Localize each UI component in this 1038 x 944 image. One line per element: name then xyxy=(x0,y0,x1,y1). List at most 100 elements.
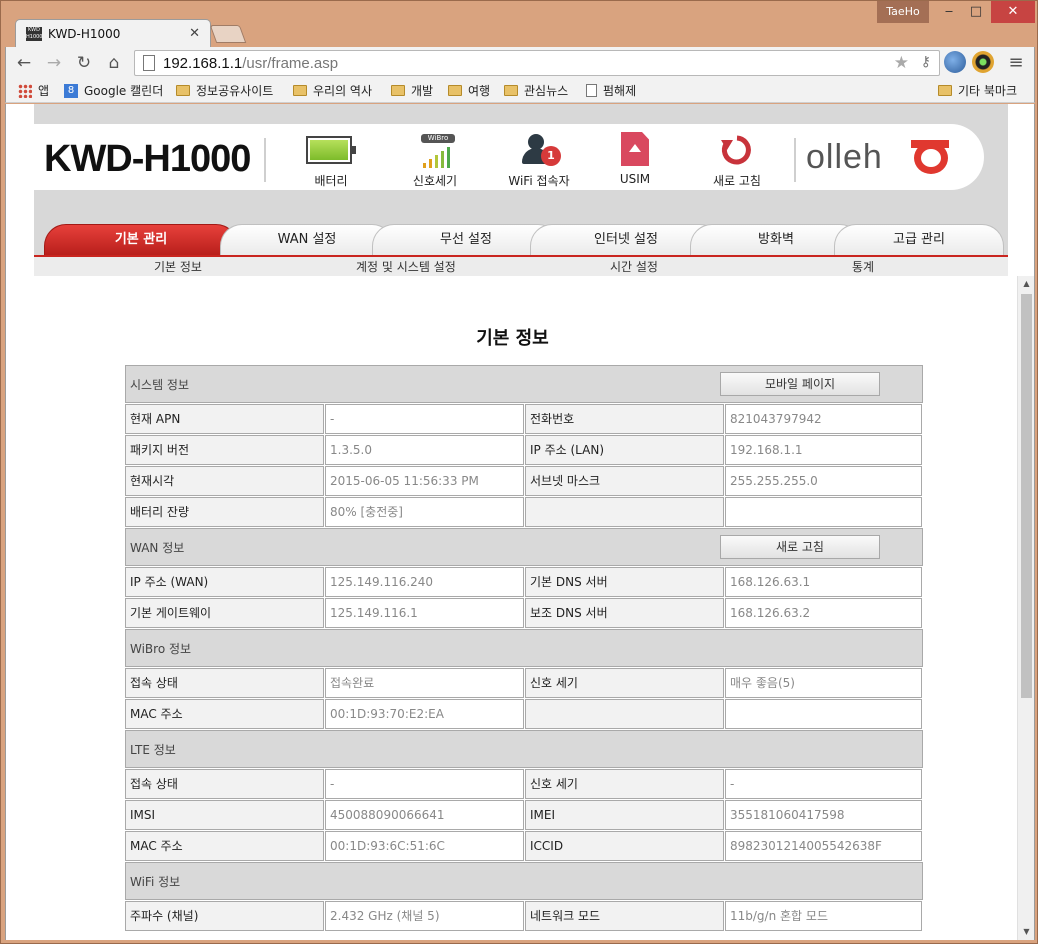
field-value: 00:1D:93:70:E2:EA xyxy=(325,699,524,729)
subnav-account-system[interactable]: 계정 및 시스템 설정 xyxy=(356,258,456,275)
bookmark-google-calendar[interactable]: 8 Google 캘린더 xyxy=(64,82,163,99)
field-label: MAC 주소 xyxy=(125,831,324,861)
folder-icon xyxy=(176,85,190,96)
back-arrow-icon[interactable]: ← xyxy=(12,51,36,75)
field-value: 매우 좋음(5) xyxy=(725,668,922,698)
field-value: 125.149.116.1 xyxy=(325,598,524,628)
sim-card-icon xyxy=(621,132,649,166)
section-action-button[interactable]: 새로 고침 xyxy=(720,535,880,559)
status-label: 배터리 xyxy=(314,174,348,188)
key-icon[interactable]: ⚷ xyxy=(921,54,931,70)
globe-extension-icon[interactable] xyxy=(944,51,966,73)
header-bar: KWD-H1000 배터리 WiBro 신호세기 1 WiFi 접속자 USIM… xyxy=(34,124,984,190)
new-tab-button[interactable] xyxy=(209,25,247,43)
apps-icon xyxy=(18,83,32,98)
field-label: 현재시각 xyxy=(125,466,324,496)
model-title: KWD-H1000 xyxy=(44,138,251,180)
field-label: 주파수 (채널) xyxy=(125,901,324,931)
tab-advanced-management[interactable]: 고급 관리 xyxy=(834,224,1004,256)
url-host: 192.168.1.1 xyxy=(163,55,243,72)
scroll-down-arrow-icon[interactable]: ▼ xyxy=(1018,924,1034,940)
table-row: 배터리 잔량 80% [충전중] xyxy=(125,497,923,528)
sub-navigation: 기본 정보 계정 및 시스템 설정 시간 설정 통계 xyxy=(34,257,1008,276)
field-label: IMSI xyxy=(125,800,324,830)
table-row: 접속 상태 접속완료 신호 세기 매우 좋음(5) xyxy=(125,668,923,699)
status-label: USIM xyxy=(619,172,651,186)
bookmark-unlock[interactable]: 펌해제 xyxy=(586,82,636,99)
minimize-button[interactable]: ‒ xyxy=(936,1,962,23)
reload-icon[interactable]: ↻ xyxy=(72,51,96,75)
field-label: 패키지 버전 xyxy=(125,435,324,465)
field-value: 00:1D:93:6C:51:6C xyxy=(325,831,524,861)
bookmark-apps[interactable]: 앱 xyxy=(18,82,49,99)
header-divider xyxy=(794,138,796,182)
field-label: 신호 세기 xyxy=(525,668,724,698)
subnav-time-settings[interactable]: 시간 설정 xyxy=(610,258,658,275)
field-label: 신호 세기 xyxy=(525,769,724,799)
menu-icon[interactable]: ≡ xyxy=(1004,51,1028,75)
folder-icon xyxy=(293,85,307,96)
bookmark-label: 앱 xyxy=(38,84,50,98)
bookmark-label: 기타 북마크 xyxy=(958,84,1018,98)
table-row: 패키지 버전 1.3.5.0 IP 주소 (LAN) 192.168.1.1 xyxy=(125,435,923,466)
profile-badge[interactable]: TaeHo xyxy=(877,1,929,23)
field-value: 접속완료 xyxy=(325,668,524,698)
maximize-button[interactable]: □ xyxy=(963,1,989,23)
field-label: 네트워크 모드 xyxy=(525,901,724,931)
tab-basic-management[interactable]: 기본 관리 xyxy=(44,224,238,256)
address-bar[interactable]: 192.168.1.1/usr/frame.asp ★ ⚷ xyxy=(134,50,940,76)
scroll-up-arrow-icon[interactable]: ▲ xyxy=(1018,276,1034,292)
folder-icon xyxy=(391,85,405,96)
field-label: IP 주소 (WAN) xyxy=(125,567,324,597)
subnav-basic-info[interactable]: 기본 정보 xyxy=(154,258,202,275)
client-count-badge: 1 xyxy=(541,146,561,166)
header-divider xyxy=(264,138,266,182)
refresh-icon xyxy=(721,135,751,165)
bookmark-folder-dev[interactable]: 개발 xyxy=(391,82,433,99)
field-value: 450088090066641 xyxy=(325,800,524,830)
close-window-button[interactable]: ✕ xyxy=(991,1,1035,23)
table-row: 접속 상태 - 신호 세기 - xyxy=(125,769,923,800)
field-value: 192.168.1.1 xyxy=(725,435,922,465)
signal-bar xyxy=(429,159,432,168)
section-header: 시스템 정보 모바일 페이지 xyxy=(125,365,923,403)
field-value: 355181060417598 xyxy=(725,800,922,830)
table-row: IMSI 450088090066641 IMEI 355181060417598 xyxy=(125,800,923,831)
field-value: 1.3.5.0 xyxy=(325,435,524,465)
field-value: - xyxy=(725,769,922,799)
field-label: 기본 DNS 서버 xyxy=(525,567,724,597)
field-label: 전화번호 xyxy=(525,404,724,434)
field-value: - xyxy=(325,769,524,799)
browser-tab[interactable]: KWD H1000 KWD-H1000 ✕ xyxy=(15,19,211,47)
section-title: WiBro 정보 xyxy=(130,642,192,656)
tab-close-icon[interactable]: ✕ xyxy=(189,26,200,41)
scrollbar-thumb[interactable] xyxy=(1021,294,1032,698)
section-title: WAN 정보 xyxy=(130,541,185,555)
bookmark-folder-news[interactable]: 관심뉴스 xyxy=(504,82,568,99)
tab-wan-settings[interactable]: WAN 설정 xyxy=(220,224,394,256)
bookmark-star-icon[interactable]: ★ xyxy=(894,53,909,73)
forward-arrow-icon[interactable]: → xyxy=(42,51,66,75)
table-row: MAC 주소 00:1D:93:70:E2:EA xyxy=(125,699,923,730)
bookmark-other[interactable]: 기타 북마크 xyxy=(938,82,1017,99)
main-tabs: 기본 관리 WAN 설정 무선 설정 인터넷 설정 방화벽 고급 관리 xyxy=(34,224,1008,256)
field-value: 2.432 GHz (채널 5) xyxy=(325,901,524,931)
home-icon[interactable]: ⌂ xyxy=(102,51,126,75)
vertical-scrollbar[interactable]: ▲ ▼ xyxy=(1017,276,1034,940)
field-value xyxy=(725,497,922,527)
section-action-button[interactable]: 모바일 페이지 xyxy=(720,372,880,396)
signal-icon: WiBro xyxy=(415,134,455,168)
bookmark-folder-info[interactable]: 정보공유사이트 xyxy=(176,82,273,99)
field-label: ICCID xyxy=(525,831,724,861)
bookmark-folder-travel[interactable]: 여행 xyxy=(448,82,490,99)
table-row: 현재 APN - 전화번호 821043797942 xyxy=(125,404,923,435)
battery-icon xyxy=(306,136,356,164)
status-label: WiFi 접속자 xyxy=(508,174,570,188)
signal-bar xyxy=(435,155,438,168)
subnav-statistics[interactable]: 통계 xyxy=(852,258,874,275)
olleh-logo: olleh xyxy=(806,138,883,176)
bookmark-label: 펌해제 xyxy=(603,84,637,98)
folder-icon xyxy=(504,85,518,96)
camera-extension-icon[interactable] xyxy=(972,51,994,73)
bookmark-folder-history[interactable]: 우리의 역사 xyxy=(293,82,372,99)
